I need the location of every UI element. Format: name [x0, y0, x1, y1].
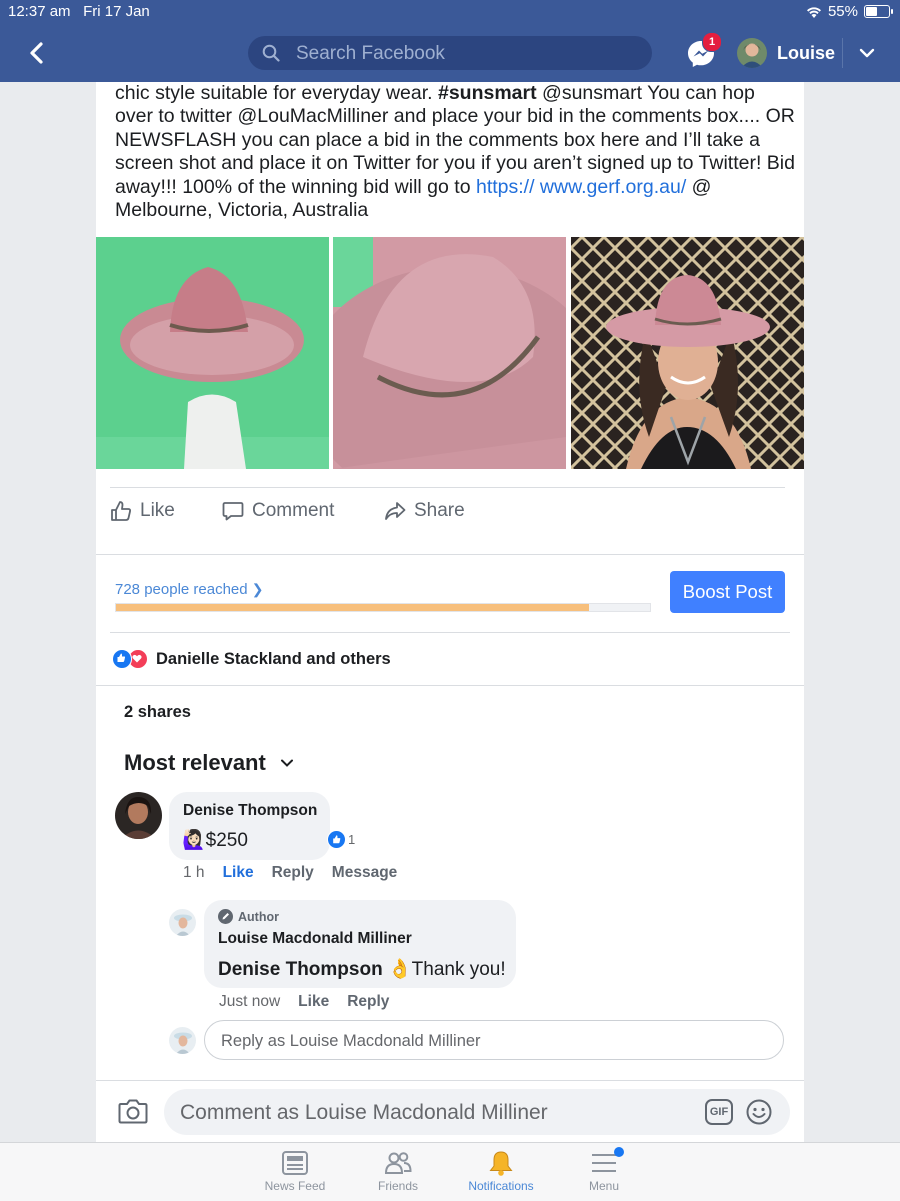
search-icon	[262, 44, 280, 62]
emoji-icon[interactable]	[746, 1099, 772, 1125]
status-time: 12:37 am Fri 17 Jan	[8, 3, 150, 20]
comment-like-link[interactable]: Like	[223, 864, 254, 881]
chevron-down-icon[interactable]	[858, 44, 876, 62]
nav-divider	[842, 38, 843, 68]
thumbs-up-icon	[111, 501, 131, 521]
like-reaction-icon	[327, 830, 346, 849]
comment-meta: 1 h Like Reply Message	[183, 864, 415, 882]
search-input[interactable]	[294, 36, 638, 72]
chevron-down-icon	[280, 759, 293, 767]
comment-label: Comment	[252, 500, 335, 521]
share-icon	[385, 502, 406, 520]
comment-button[interactable]: Comment	[222, 500, 334, 522]
people-reached-link[interactable]: 728 people reached ❯	[115, 581, 264, 598]
wifi-icon	[807, 7, 821, 18]
reply-meta: Just now Like Reply	[219, 993, 407, 1011]
gerf-link[interactable]: https:// www.gerf.org.au/	[476, 176, 686, 198]
camera-icon[interactable]	[118, 1097, 148, 1125]
tab-friends[interactable]: Friends	[353, 1149, 443, 1193]
reply-time: Just now	[219, 993, 281, 1010]
battery-percent: 55%	[827, 3, 858, 20]
back-chevron-icon[interactable]	[24, 40, 50, 66]
hashtag-link[interactable]: #sunsmart	[438, 82, 537, 104]
pencil-icon	[218, 909, 233, 924]
commenter-name[interactable]: Denise Thompson	[183, 802, 317, 820]
divider	[96, 685, 804, 686]
comment-reply-link[interactable]: Reply	[272, 864, 314, 881]
reply-like-link[interactable]: Like	[298, 993, 329, 1010]
reply-text: Denise Thompson 👌Thank you!	[218, 959, 506, 980]
news-feed-icon	[282, 1151, 308, 1175]
reply-field[interactable]	[204, 1020, 784, 1061]
comment-field[interactable]: GIF	[164, 1089, 790, 1137]
boost-post-button[interactable]: Boost Post	[670, 571, 785, 613]
share-button[interactable]: Share	[384, 500, 465, 522]
author-badge: Author	[218, 909, 279, 924]
my-avatar	[169, 1027, 196, 1054]
gif-icon[interactable]: GIF	[705, 1099, 733, 1125]
profile-name[interactable]: Louise	[777, 43, 835, 64]
reply-bubble[interactable]: Author Louise Macdonald Milliner Denise …	[204, 900, 516, 988]
friends-icon	[384, 1152, 412, 1174]
shares-count[interactable]: 2 shares	[124, 703, 191, 722]
post-card: chic style suitable for everyday wear. #…	[96, 82, 804, 1142]
author-avatar[interactable]	[169, 909, 196, 936]
post-actions: Like Comment Share	[110, 487, 785, 538]
menu-notification-dot	[614, 1147, 624, 1157]
comment-composer: GIF	[96, 1080, 804, 1143]
divider	[110, 632, 790, 633]
post-photo-2[interactable]	[333, 237, 566, 469]
post-text: chic style suitable for everyday wear. #…	[115, 82, 795, 222]
post-photo-3[interactable]	[571, 237, 804, 469]
profile-avatar[interactable]	[737, 38, 767, 68]
messenger-badge: 1	[702, 32, 722, 52]
post-photo-1[interactable]	[96, 237, 329, 469]
reply-reply-link[interactable]: Reply	[347, 993, 389, 1010]
comment-time: 1 h	[183, 864, 205, 881]
search-bar[interactable]	[248, 36, 652, 72]
comment-bubble[interactable]: Denise Thompson 🙋🏻‍♀️$250	[169, 792, 330, 860]
mention-link[interactable]: Denise Thompson	[218, 959, 383, 980]
battery-fill	[866, 7, 878, 16]
reach-progress-fill	[116, 604, 589, 611]
comment-input[interactable]	[178, 1089, 702, 1137]
divider	[96, 554, 804, 555]
tab-menu[interactable]: Menu	[559, 1149, 649, 1193]
like-label: Like	[140, 500, 175, 521]
comment-message-link[interactable]: Message	[332, 864, 397, 881]
like-reaction-icon	[112, 649, 132, 669]
reply-author-name[interactable]: Louise Macdonald Milliner	[218, 930, 412, 948]
tab-news-feed[interactable]: News Feed	[250, 1149, 340, 1193]
bell-icon	[489, 1151, 513, 1176]
reactions-summary[interactable]: Danielle Stackland and others	[112, 649, 391, 669]
comment-text: 🙋🏻‍♀️$250	[182, 830, 248, 851]
reply-input[interactable]	[219, 1021, 763, 1061]
comment-icon	[222, 502, 244, 521]
bottom-tab-bar: News Feed Friends Notifications Menu	[0, 1142, 900, 1201]
sort-label: Most relevant	[124, 750, 266, 775]
comment-sort-dropdown[interactable]: Most relevant	[124, 750, 294, 776]
like-button[interactable]: Like	[110, 500, 175, 522]
status-bar: 12:37 am Fri 17 Jan 55%	[0, 0, 900, 24]
tab-notifications[interactable]: Notifications	[456, 1149, 546, 1193]
commenter-avatar[interactable]	[115, 792, 162, 839]
reach-progress-bar	[115, 603, 651, 612]
comment-like-count[interactable]: 1	[327, 830, 355, 849]
share-label: Share	[414, 500, 465, 521]
reactions-text: Danielle Stackland and others	[156, 649, 391, 668]
top-nav-bar: 1 Louise	[0, 24, 900, 82]
battery-icon	[864, 5, 893, 18]
